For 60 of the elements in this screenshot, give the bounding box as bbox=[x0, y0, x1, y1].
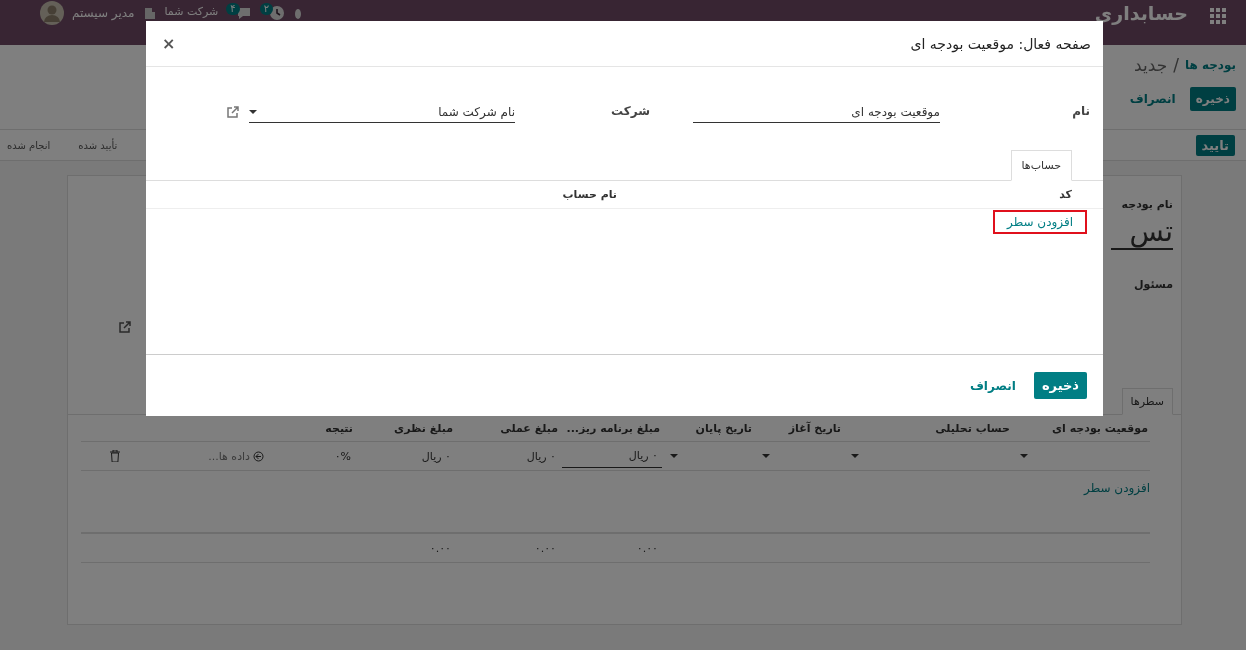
table-cell-text: ۰% bbox=[333, 449, 352, 463]
tab[interactable]: حساب‌ها bbox=[1010, 150, 1072, 181]
trash-icon[interactable] bbox=[110, 450, 120, 462]
notification-badge: ۴ bbox=[226, 3, 240, 15]
avatar[interactable] bbox=[40, 1, 64, 25]
caret-icon bbox=[851, 454, 859, 458]
building-icon bbox=[142, 6, 157, 20]
company-switcher[interactable]: شرکت شما bbox=[164, 5, 219, 18]
field-label: نام بودجه bbox=[1121, 198, 1173, 211]
confirm-button[interactable]: تایید bbox=[1195, 134, 1235, 156]
name-field[interactable]: موقعیت بودجه ای bbox=[693, 103, 940, 123]
column-total: ۰.۰۰ bbox=[428, 541, 452, 555]
external-link-icon[interactable] bbox=[118, 321, 131, 334]
column-total: ۰.۰۰ bbox=[635, 541, 659, 555]
close-button[interactable]: × bbox=[156, 33, 182, 54]
breadcrumb-item: جدید bbox=[1134, 55, 1168, 75]
budget-name-field[interactable]: تس bbox=[1111, 215, 1173, 250]
column-total: ۰.۰۰ bbox=[533, 541, 557, 555]
add-line-link[interactable]: افزودن سطر bbox=[993, 210, 1087, 234]
column-header[interactable]: مبلغ برنامه ریز... bbox=[560, 421, 662, 435]
external-link-icon[interactable] bbox=[226, 106, 239, 119]
table-cell-text: ۰ ریال bbox=[420, 449, 452, 463]
column-header[interactable]: کد bbox=[617, 188, 1072, 201]
tab[interactable]: سطرها bbox=[1121, 388, 1173, 415]
company-select[interactable]: نام شرکت شما bbox=[249, 103, 515, 123]
add-line-link[interactable]: افزودن سطر bbox=[1084, 478, 1150, 498]
column-header[interactable]: حساب تحلیلی bbox=[843, 421, 1012, 435]
dialog-title: صفحه فعال: موقعیت بودجه ای bbox=[910, 35, 1091, 52]
table-cell-text: ۰ ریال bbox=[525, 449, 557, 463]
status-stage[interactable]: انجام شده bbox=[7, 139, 51, 151]
column-header[interactable]: نتیجه bbox=[268, 421, 355, 435]
analytic-placeholder[interactable]: داده ها... bbox=[208, 449, 250, 463]
column-header[interactable]: تاریخ آغاز bbox=[754, 421, 843, 435]
chat-icon[interactable] bbox=[235, 5, 252, 21]
caret-icon bbox=[249, 110, 257, 114]
field-label: شرکت bbox=[610, 104, 650, 118]
clock-icon[interactable] bbox=[269, 5, 285, 21]
user-name[interactable]: مدیر سیستم bbox=[72, 6, 135, 20]
caret-icon bbox=[670, 454, 678, 458]
discard-button[interactable]: انصراف bbox=[1123, 87, 1182, 111]
breadcrumb-separator: / bbox=[1173, 55, 1179, 75]
save-button[interactable]: ذخیره bbox=[1189, 87, 1236, 111]
caret-icon bbox=[1020, 454, 1028, 458]
column-header[interactable]: مبلغ نظری bbox=[355, 421, 455, 435]
app-title[interactable]: حسابداری bbox=[1094, 2, 1188, 24]
arrow-circle-icon bbox=[253, 450, 264, 462]
field-label: نام bbox=[1071, 104, 1090, 118]
column-header[interactable]: موقعیت بودجه ای bbox=[1012, 421, 1150, 435]
status-stage[interactable]: تأیید شده bbox=[78, 139, 118, 151]
breadcrumb-item[interactable]: بودجه ها bbox=[1184, 55, 1236, 75]
column-header[interactable]: نام حساب bbox=[146, 188, 617, 201]
save-button[interactable]: ذخیره bbox=[1033, 372, 1087, 399]
column-header[interactable]: مبلغ عملی bbox=[455, 421, 560, 435]
amount-field[interactable]: ۰ ریال bbox=[562, 444, 662, 468]
discard-button[interactable]: انصراف bbox=[963, 373, 1022, 398]
notification-badge: ۲ bbox=[259, 3, 273, 15]
column-header[interactable]: تاریخ پایان bbox=[662, 421, 754, 435]
caret-icon bbox=[762, 454, 770, 458]
apps-menu-icon[interactable] bbox=[1210, 8, 1226, 24]
field-label: مسئول bbox=[1134, 278, 1173, 291]
